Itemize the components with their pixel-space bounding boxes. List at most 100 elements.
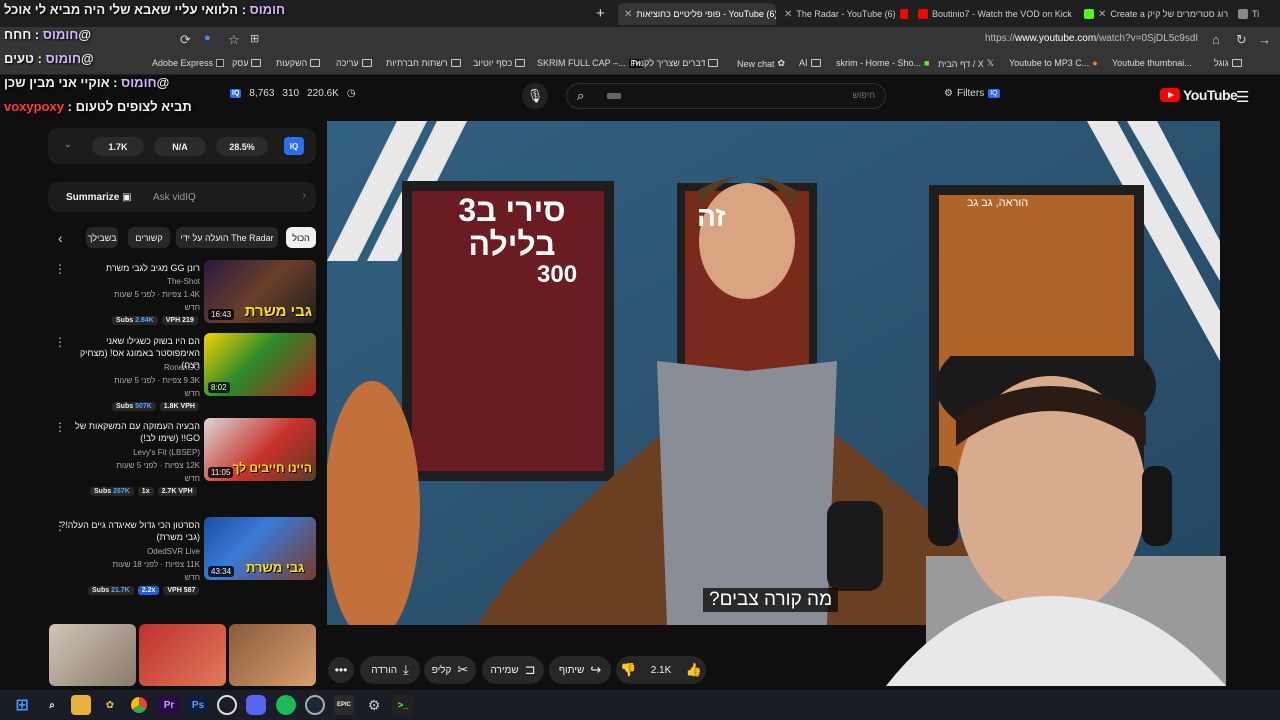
- bookmark-yt-thumbnail[interactable]: Youtube thumbnai...: [1112, 58, 1192, 68]
- close-icon[interactable]: ✕: [1098, 9, 1106, 20]
- spotify-icon[interactable]: [276, 695, 296, 715]
- multiplier-badge: 1x: [137, 487, 154, 496]
- star-icon[interactable]: ☆: [228, 32, 240, 48]
- tab-the-radar[interactable]: ✕ The Radar - YouTube (6): [778, 3, 908, 25]
- terminal-icon[interactable]: >_: [393, 695, 413, 715]
- like-icon[interactable]: 👍: [686, 662, 702, 678]
- webcam-frame: [886, 356, 1226, 686]
- tab-extra[interactable]: Ti: [1232, 3, 1280, 25]
- app-icon[interactable]: ✿: [100, 695, 120, 715]
- bookmark-editing[interactable]: עריכה: [336, 58, 372, 68]
- epic-icon[interactable]: EPIC: [334, 695, 354, 715]
- search-icon[interactable]: ⌕: [577, 88, 584, 104]
- summarize-button[interactable]: Summarize ▣: [66, 192, 132, 203]
- bookmark-youtube-money[interactable]: כסף יוטיוב: [473, 58, 526, 68]
- refresh-icon[interactable]: ⟳: [180, 32, 191, 48]
- chip-related[interactable]: קשורים: [128, 227, 170, 248]
- bookmark-business[interactable]: עסק: [232, 58, 262, 68]
- list-item[interactable]: ⋮ רונן GG מגיב לגבי משרת The-Shot 1.4K צ…: [54, 260, 318, 330]
- address-bar: ⟳ ● ☆ ⊞ https://www.youtube.com/watch?v=…: [0, 27, 1280, 53]
- video-thumbnail[interactable]: [229, 624, 316, 686]
- save-button[interactable]: שמירה ⊐: [482, 656, 544, 684]
- extension-icon[interactable]: ●: [204, 32, 211, 44]
- chip-all[interactable]: הכול: [286, 227, 316, 248]
- bookmark-google[interactable]: גוגל: [1214, 58, 1242, 68]
- share-button[interactable]: שיתוף ↪: [549, 656, 611, 684]
- list-item[interactable]: ⋮ הם היו בשוק כשגילו שאני האימפוסטר באמו…: [54, 333, 318, 413]
- premiere-icon[interactable]: Pr: [159, 695, 179, 715]
- new-tag: חדש: [184, 389, 200, 398]
- bookmark-adobe-express[interactable]: Adobe Express: [152, 58, 225, 68]
- vph-badge: VPH 219: [161, 316, 198, 325]
- share-page-icon[interactable]: ⊞: [250, 32, 259, 45]
- bookmark-skrim-home[interactable]: skrim - Home - Sho... ■: [836, 58, 929, 68]
- steam-icon[interactable]: [305, 695, 325, 715]
- bookmark-ai[interactable]: AI: [799, 58, 821, 68]
- vidiq-badge[interactable]: IQ: [284, 137, 304, 155]
- search-icon[interactable]: ⌕: [42, 695, 62, 715]
- bookmark-investments[interactable]: השקעות: [276, 58, 321, 68]
- windows-icon[interactable]: ⊞: [12, 695, 32, 715]
- close-icon[interactable]: ✕: [624, 9, 632, 20]
- url-field[interactable]: https://www.youtube.com/watch?v=0SjDL5c9…: [985, 33, 1198, 44]
- chevron-left-icon[interactable]: ‹: [58, 230, 63, 246]
- video-meta: 9.3K צפיות · לפני 5 שעות: [114, 376, 200, 385]
- like-count: 2.1K: [650, 664, 672, 676]
- tab-kick-rating[interactable]: ✕ Create a דירוג סטרימרים של קיק: [1078, 3, 1228, 25]
- chip-for-you[interactable]: בשבילך: [86, 227, 118, 248]
- clip-button[interactable]: קליפ ✂: [424, 656, 476, 684]
- chevron-down-icon[interactable]: ⌄: [64, 139, 72, 150]
- video-thumbnail[interactable]: גבי משרת 43:34: [204, 517, 316, 580]
- forward-icon[interactable]: →: [1258, 32, 1271, 47]
- channel-name: OdedSVR Live: [147, 547, 200, 556]
- new-tab-icon[interactable]: +: [596, 5, 605, 22]
- tab-kick-vod[interactable]: Boutinio7 - Watch the VOD on Kick: [912, 3, 1078, 25]
- youtube-favicon-icon: [918, 9, 928, 19]
- bookmark-things-to-buy[interactable]: דברים שצריך לקנות: [632, 58, 719, 68]
- discord-icon[interactable]: [246, 695, 266, 715]
- download-button[interactable]: הורדה ⤓: [360, 656, 420, 684]
- dislike-icon[interactable]: 👎: [620, 662, 636, 678]
- filters-button[interactable]: ⚙ Filters IQ: [944, 88, 1000, 99]
- chip-uploaded-by[interactable]: הועלה על ידי The Radar: [176, 227, 278, 248]
- bookmark-new-chat[interactable]: New chat ✿: [737, 58, 785, 69]
- tab-youtube-video[interactable]: ✕ פופי פליטיים כחוציאות - YouTube (6): [618, 3, 776, 25]
- photoshop-icon[interactable]: Ps: [188, 695, 208, 715]
- voice-search-button[interactable]: 🎙: [522, 83, 548, 109]
- video-thumbnail[interactable]: גבי משרת 16:43: [204, 260, 316, 323]
- youtube-logo[interactable]: YouTube: [1160, 87, 1238, 103]
- menu-icon[interactable]: ☰: [1236, 88, 1249, 106]
- ask-vidiq-input[interactable]: Ask vidIQ: [153, 192, 196, 203]
- list-item[interactable]: ⋮ הבעיה העמוקה עם המשקאות של GO!! (שימו …: [54, 418, 318, 498]
- more-actions-button[interactable]: •••: [328, 657, 354, 683]
- video-title: הסרטון הכי גדול שאיגדה גיים העלה!? (גבי …: [60, 520, 200, 542]
- list-item[interactable]: ⋮ הסרטון הכי גדול שאיגדה גיים העלה!? (גב…: [54, 517, 318, 597]
- settings-icon[interactable]: ⚙: [364, 695, 384, 715]
- bookmark-social[interactable]: רשתות חברתיות: [386, 58, 461, 68]
- folder-icon: [1231, 59, 1242, 67]
- streamer-webcam: [846, 356, 1280, 686]
- reload-icon[interactable]: ↻: [1236, 32, 1247, 48]
- subs-badge: Subs 21.7K: [88, 586, 134, 595]
- home-icon[interactable]: ⌂: [1212, 32, 1220, 47]
- video-thumbnail[interactable]: [139, 624, 226, 686]
- thumbnail-text: גבי משרת: [246, 560, 305, 575]
- chrome-icon[interactable]: [129, 695, 149, 715]
- video-thumbnail[interactable]: 8:02: [204, 333, 316, 396]
- bookmark-yt-to-mp3[interactable]: Youtube to MP3 C... ●: [1009, 58, 1098, 68]
- folder-icon[interactable]: [71, 695, 91, 715]
- bookmark-skrim-full-cap[interactable]: SKRIM FULL CAP –... Fw: [537, 58, 644, 68]
- shopify-icon: ■: [924, 58, 930, 68]
- poster-title: סירי ב3 בלילה: [458, 192, 566, 262]
- duration-badge: 11:05: [208, 467, 234, 478]
- vidiq-stats-bar: 1.7K N/A 28.5%: [48, 128, 316, 164]
- video-thumbnail[interactable]: [49, 624, 136, 686]
- obs-icon[interactable]: [217, 695, 237, 715]
- video-thumbnail[interactable]: היינו חייבים לך 11:05: [204, 418, 316, 481]
- send-arrow-icon[interactable]: ›: [303, 190, 306, 201]
- search-input[interactable]: ⌕ חיפוש: [566, 83, 886, 109]
- likes-stat: 310: [282, 88, 300, 99]
- video-meta: 11K צפיות · לפני 18 שעות: [112, 560, 201, 569]
- close-icon[interactable]: ✕: [784, 9, 792, 20]
- bookmark-x-home[interactable]: דף הבית / X𝕏: [938, 58, 994, 69]
